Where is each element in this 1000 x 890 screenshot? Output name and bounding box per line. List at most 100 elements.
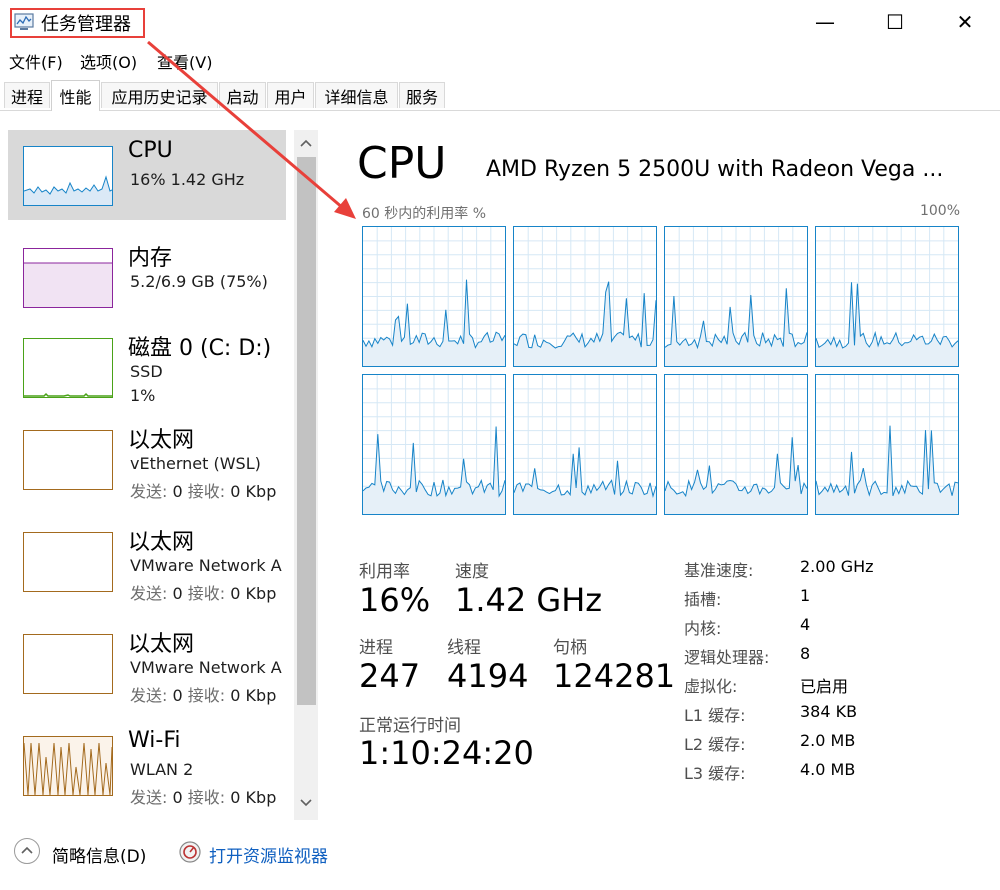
spec-value: 已启用 (800, 677, 849, 696)
open-resource-monitor-link[interactable]: 打开资源监视器 (209, 842, 328, 867)
handles-label: 句柄 (553, 638, 587, 658)
ethernet-thumbnail-graph (23, 430, 113, 490)
sidebar-item-usage: 1% (130, 386, 156, 405)
speed-value: 1.42 GHz (455, 581, 603, 619)
sidebar-item-detail: vEthernet (WSL) (130, 454, 261, 473)
sidebar-item-detail: 16% 1.42 GHz (130, 170, 245, 189)
disk-thumbnail-graph (23, 338, 113, 398)
close-icon: ✕ (956, 10, 974, 34)
annotation-highlight-box (10, 8, 145, 38)
spec-label: 插槽: (684, 590, 722, 609)
tab-bar: 进程 性能 应用历史记录 启动 用户 详细信息 服务 (0, 80, 1000, 111)
maximize-button[interactable]: ☐ (860, 0, 930, 44)
collapse-button[interactable] (14, 838, 40, 864)
scroll-down-icon[interactable] (299, 798, 313, 808)
sidebar-item-detail: VMware Network A (130, 658, 282, 677)
core-graph-6 (664, 374, 808, 515)
sidebar-item-throughput: 发送: 0 接收: 0 Kbp (130, 788, 277, 807)
minimize-button[interactable]: — (790, 0, 860, 44)
sidebar-item-name: 以太网 (128, 530, 195, 555)
core-graph-4 (362, 374, 506, 515)
resource-monitor-icon (179, 841, 201, 863)
sidebar-item-wifi[interactable]: Wi-Fi WLAN 2 发送: 0 接收: 0 Kbp (8, 720, 286, 810)
tab-details[interactable]: 详细信息 (315, 82, 398, 108)
tab-app-history[interactable]: 应用历史记录 (101, 82, 218, 108)
spec-value: 1 (800, 586, 811, 605)
sidebar-item-cpu[interactable]: CPU 16% 1.42 GHz (8, 130, 286, 220)
core-graph-1 (513, 226, 657, 367)
graph-caption: 60 秒内的利用率 % (362, 206, 487, 222)
processes-value: 247 (359, 657, 421, 695)
sidebar-item-detail: WLAN 2 (130, 760, 194, 779)
graph-max-label: 100% (919, 203, 960, 219)
cpu-model-name: AMD Ryzen 5 2500U with Radeon Vega ... (486, 157, 944, 182)
uptime-label: 正常运行时间 (359, 716, 461, 736)
processes-label: 进程 (359, 638, 393, 658)
sidebar-item-throughput: 发送: 0 接收: 0 Kbp (130, 584, 277, 603)
spec-value: 4.0 MB (800, 760, 856, 779)
sidebar-item-name: 磁盘 0 (C: D:) (128, 336, 272, 361)
spec-value: 8 (800, 644, 811, 663)
tab-services[interactable]: 服务 (399, 82, 445, 108)
utilization-label: 利用率 (359, 562, 410, 582)
sidebar-item-name: 内存 (128, 246, 173, 271)
sidebar-item-ethernet-vmware-2[interactable]: 以太网 VMware Network A 发送: 0 接收: 0 Kbp (8, 618, 286, 708)
spec-label: 逻辑处理器: (684, 648, 770, 667)
uptime-value: 1:10:24:20 (359, 734, 534, 772)
ethernet-thumbnail-graph (23, 634, 113, 694)
menu-view[interactable]: 查看(V) (157, 49, 212, 73)
spec-label: L2 缓存: (684, 735, 746, 754)
sidebar-item-ethernet-vmware-1[interactable]: 以太网 VMware Network A 发送: 0 接收: 0 Kbp (8, 516, 286, 606)
sidebar-item-name: Wi-Fi (128, 728, 181, 753)
utilization-value: 16% (359, 581, 431, 619)
spec-label: 虚拟化: (684, 677, 738, 696)
close-button[interactable]: ✕ (930, 0, 1000, 44)
wifi-thumbnail-graph (23, 736, 113, 796)
sidebar-item-throughput: 发送: 0 接收: 0 Kbp (130, 686, 277, 705)
core-graph-2 (664, 226, 808, 367)
tab-processes[interactable]: 进程 (4, 82, 50, 108)
sidebar-item-name: 以太网 (128, 632, 195, 657)
sidebar-item-disk[interactable]: 磁盘 0 (C: D:) SSD 1% (8, 322, 286, 412)
spec-value: 2.0 MB (800, 731, 856, 750)
footer-bar (0, 820, 1000, 890)
scroll-up-icon[interactable] (299, 138, 313, 148)
maximize-icon: ☐ (886, 10, 904, 34)
handles-value: 124281 (553, 657, 676, 695)
spec-label: L3 缓存: (684, 764, 746, 783)
spec-value: 384 KB (800, 702, 858, 721)
sidebar-item-ethernet-wsl[interactable]: 以太网 vEthernet (WSL) 发送: 0 接收: 0 Kbp (8, 414, 286, 504)
speed-label: 速度 (455, 562, 489, 582)
spec-value: 2.00 GHz (800, 557, 874, 576)
scrollbar-thumb[interactable] (297, 157, 316, 705)
sidebar-item-detail: VMware Network A (130, 556, 282, 575)
sidebar-item-name: CPU (128, 138, 173, 163)
spec-label: 内核: (684, 619, 722, 638)
sidebar-item-detail: 5.2/6.9 GB (75%) (130, 272, 268, 291)
spec-value: 4 (800, 615, 811, 634)
core-graph-5 (513, 374, 657, 515)
ethernet-thumbnail-graph (23, 532, 113, 592)
title-bar[interactable]: 任务管理器 — ☐ ✕ (0, 0, 1000, 44)
sidebar-item-detail: SSD (130, 362, 163, 381)
sidebar-item-name: 以太网 (128, 428, 195, 453)
threads-value: 4194 (447, 657, 529, 695)
spec-label: L1 缓存: (684, 706, 746, 725)
core-graph-3 (815, 226, 959, 367)
resource-list: CPU 16% 1.42 GHz 内存 5.2/6.9 GB (75%) 磁盘 … (0, 112, 292, 820)
memory-thumbnail-graph (23, 248, 113, 308)
threads-label: 线程 (447, 638, 481, 658)
menu-options[interactable]: 选项(O) (80, 49, 137, 73)
spec-label: 基准速度: (684, 561, 754, 580)
tab-performance[interactable]: 性能 (51, 80, 100, 111)
sidebar-item-memory[interactable]: 内存 5.2/6.9 GB (75%) (8, 232, 286, 322)
tab-users[interactable]: 用户 (267, 82, 314, 108)
chevron-up-icon (21, 846, 33, 854)
fewer-details-link[interactable]: 简略信息(D) (52, 842, 146, 867)
minimize-icon: — (815, 10, 835, 34)
page-title: CPU (357, 138, 447, 189)
tab-startup[interactable]: 启动 (219, 82, 266, 108)
menu-file[interactable]: 文件(F) (9, 49, 63, 73)
sidebar-item-throughput: 发送: 0 接收: 0 Kbp (130, 482, 277, 501)
menu-bar: 文件(F) 选项(O) 查看(V) (0, 46, 1000, 72)
